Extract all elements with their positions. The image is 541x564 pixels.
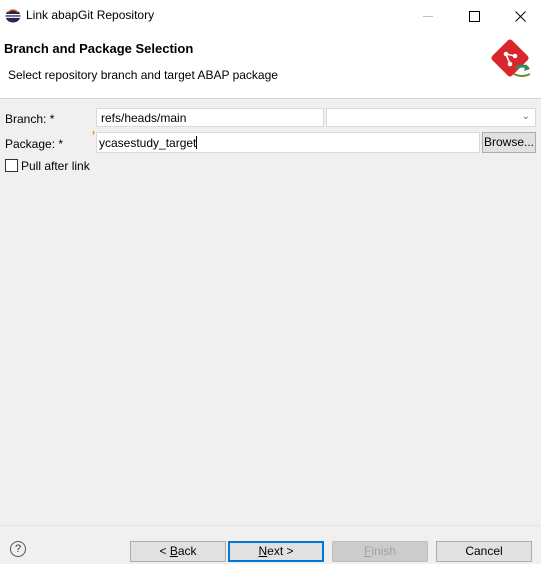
package-label: Package: * [5, 137, 64, 151]
finish-button[interactable]: Finish [332, 541, 428, 562]
cancel-button[interactable]: Cancel [436, 541, 532, 562]
branch-dropdown[interactable]: ⌄ [326, 108, 536, 127]
wizard-banner: Branch and Package Selection Select repo… [0, 32, 541, 99]
maximize-button[interactable] [451, 0, 497, 32]
link-abapgit-dialog: Link abapGit Repository Branch and Packa… [0, 0, 541, 564]
back-button[interactable]: < Back [130, 541, 226, 562]
footer-separator [0, 525, 541, 526]
next-rest: ext > [267, 544, 294, 558]
text-caret [196, 136, 198, 149]
branch-label: Branch: * [5, 112, 55, 126]
back-mnemonic: B [169, 544, 178, 558]
finish-rest: inish [371, 544, 397, 558]
maximize-icon [468, 10, 480, 22]
eclipse-icon [5, 9, 21, 23]
next-mnemonic: N [258, 544, 268, 558]
pull-after-link-label[interactable]: Pull after link [21, 159, 90, 173]
package-input[interactable]: ycasestudy_target [96, 132, 480, 153]
package-input-value: ycasestudy_target [99, 136, 197, 150]
chevron-down-icon: ⌄ [521, 111, 530, 122]
minimize-icon [423, 15, 433, 17]
help-icon[interactable]: ? [10, 541, 26, 557]
browse-button[interactable]: Browse... [482, 132, 536, 153]
back-rest: ack [177, 544, 197, 558]
branch-input[interactable]: refs/heads/main [96, 108, 324, 127]
page-description: Select repository branch and target ABAP… [8, 68, 278, 82]
back-prefix: < [159, 544, 170, 558]
minimize-button[interactable] [405, 0, 451, 32]
page-title: Branch and Package Selection [4, 41, 194, 56]
pull-after-link-checkbox[interactable] [5, 159, 18, 172]
close-icon [514, 10, 526, 22]
window-title: Link abapGit Repository [26, 8, 155, 22]
next-button[interactable]: Next > [228, 541, 324, 562]
git-link-icon [491, 39, 531, 77]
title-bar: Link abapGit Repository [0, 0, 541, 32]
close-button[interactable] [497, 0, 541, 32]
